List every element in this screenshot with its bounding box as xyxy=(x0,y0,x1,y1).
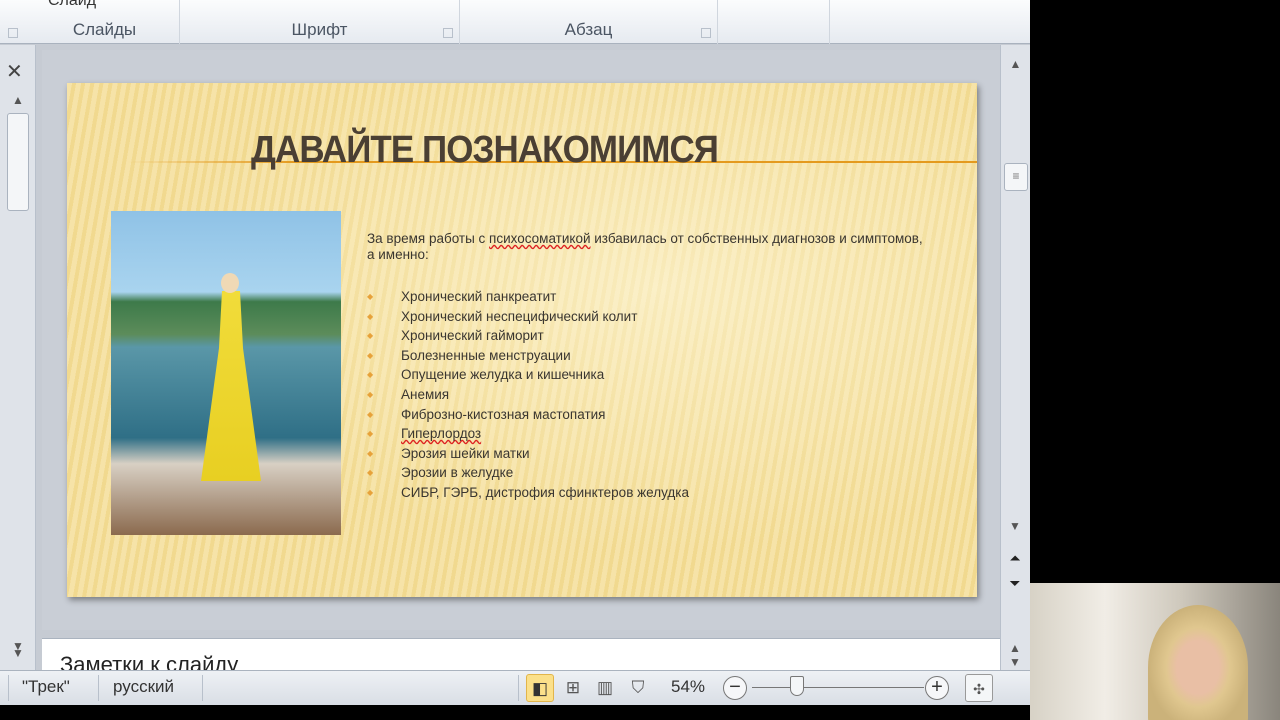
group-paragraph: Абзац xyxy=(460,0,718,44)
list-item: Болезненные менструации xyxy=(367,346,689,366)
list-item: Эрозия шейки матки xyxy=(367,444,689,464)
misspelled-word: психосоматикой xyxy=(489,231,591,246)
group-label-slides: Слайды xyxy=(72,20,137,39)
launcher-icon[interactable] xyxy=(8,28,18,38)
list-item: Опущение желудка и кишечника xyxy=(367,365,689,385)
reading-view-button[interactable]: ▥ xyxy=(591,674,619,702)
intro-text[interactable]: За время работы с психосоматикой избавил… xyxy=(367,231,927,263)
paragraph-dialog-launcher-icon[interactable] xyxy=(701,28,711,38)
slide-sorter-button[interactable]: ⊞ xyxy=(559,674,587,702)
list-item: Хронический неспецифический колит xyxy=(367,307,689,327)
photo-woman-on-yacht[interactable] xyxy=(111,211,341,535)
language[interactable]: русский xyxy=(113,677,174,697)
webcam-video xyxy=(1030,583,1280,720)
group-label-paragraph: Абзац xyxy=(564,20,613,39)
notes-placeholder: Заметки к слайду xyxy=(60,652,239,670)
close-pane-icon[interactable]: ✕ xyxy=(6,59,23,84)
font-dialog-launcher-icon[interactable] xyxy=(443,28,453,38)
status-bar: "Трек" русский ◧ ⊞ ▥ ⛉ 54% − + ✣ xyxy=(0,670,1030,705)
scroll-up-icon[interactable]: ▲ xyxy=(4,93,32,107)
new-slide-button[interactable]: Слайд xyxy=(48,0,96,10)
list-item: Эрозии в желудке xyxy=(367,463,689,483)
fit-to-window-button[interactable]: ✣ xyxy=(965,674,993,702)
zoom-slider-thumb[interactable] xyxy=(790,676,804,696)
group-label-font: Шрифт xyxy=(291,20,348,39)
presenter xyxy=(1148,605,1248,720)
slides-pane-scrollbar[interactable]: ▲ ▼ xyxy=(4,93,32,653)
notes-pane[interactable]: Заметки к слайду xyxy=(42,638,1000,670)
previous-slide-icon[interactable]: ⏶ xyxy=(1001,550,1029,567)
powerpoint-window: Слайд Слайды Шрифт Абзац ✕ ▲ ▼ ДАВАЙТЕ П… xyxy=(0,0,1030,705)
group-slides: Слайд Слайды xyxy=(0,0,180,44)
list-item: Фиброзно-кистозная мастопатия xyxy=(367,405,689,425)
scroll-thumb[interactable] xyxy=(7,113,29,211)
theme-name[interactable]: "Трек" xyxy=(22,677,70,697)
slide-title[interactable]: ДАВАЙТЕ ПОЗНАКОМИМСЯ xyxy=(251,129,719,172)
group-drawing xyxy=(718,0,830,44)
zoom-out-button[interactable]: − xyxy=(723,676,747,700)
zoom-in-button[interactable]: + xyxy=(925,676,949,700)
yellow-dress xyxy=(201,291,261,481)
slideshow-button[interactable]: ⛉ xyxy=(624,674,652,702)
list-item: СИБР, ГЭРБ, дистрофия сфинктеров желудка xyxy=(367,483,689,503)
zoom-slider[interactable] xyxy=(752,687,924,688)
head xyxy=(221,273,239,293)
scroll-thumb[interactable]: ≡ xyxy=(1004,163,1028,191)
next-slide-icon[interactable]: ⏷ xyxy=(1001,575,1029,592)
scroll-down-icon[interactable]: ▼ xyxy=(1001,519,1029,533)
list-item: Хронический панкреатит xyxy=(367,287,689,307)
notes-scroll-down-icon[interactable]: ▼ xyxy=(1001,655,1029,669)
intro-pre: За время работы с xyxy=(367,231,490,246)
slides-pane: ✕ ▲ ▼ xyxy=(0,45,36,670)
scroll-up-icon[interactable]: ▲ xyxy=(1001,57,1030,71)
group-font: Шрифт xyxy=(180,0,460,44)
list-item: Гиперлордоз xyxy=(367,424,689,444)
notes-scroll-up-icon[interactable]: ▲ xyxy=(1001,641,1029,655)
normal-view-button[interactable]: ◧ xyxy=(526,674,554,702)
editor-scrollbar[interactable]: ▲ ≡ ▼ ⏶ ⏷ ▲ ▼ xyxy=(1000,45,1030,670)
diagnosis-list[interactable]: Хронический панкреатит Хронический неспе… xyxy=(367,287,689,503)
list-item: Анемия xyxy=(367,385,689,405)
list-item: Хронический гайморит xyxy=(367,326,689,346)
zoom-level[interactable]: 54% xyxy=(671,677,705,697)
slide[interactable]: ДАВАЙТЕ ПОЗНАКОМИМСЯ За время работы с п… xyxy=(67,83,977,597)
ribbon: Слайд Слайды Шрифт Абзац xyxy=(0,0,1030,44)
pane-scroll-down-icon[interactable]: ▼ xyxy=(6,646,30,660)
